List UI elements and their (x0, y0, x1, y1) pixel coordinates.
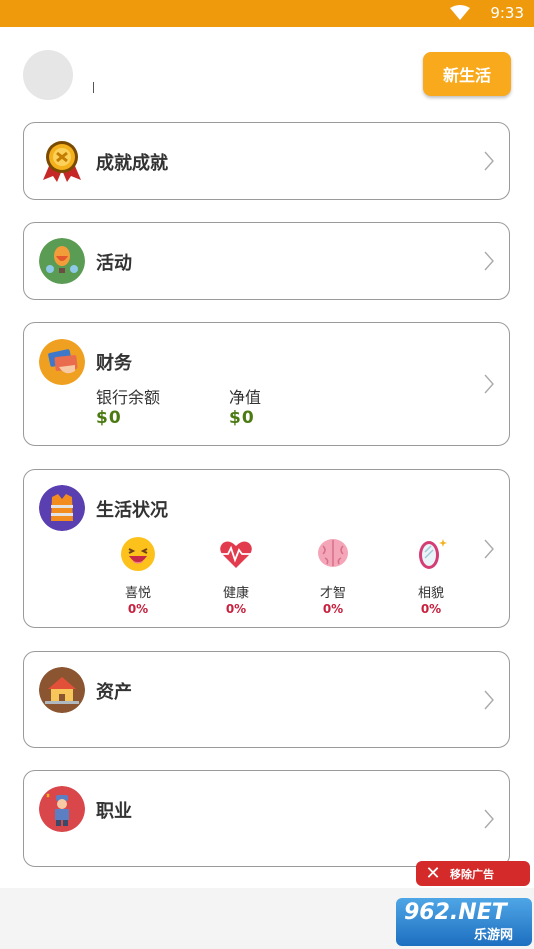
laughing-face-icon (121, 537, 155, 571)
activities-card[interactable]: 活动 (23, 222, 510, 300)
watermark-brand: 962.NET (404, 900, 507, 925)
life-status-card[interactable]: 生活状况 喜悦 0% 健康 0% 才智 0% 相貌 0% (23, 469, 510, 628)
assets-title: 资产 (96, 682, 132, 703)
assets-card[interactable]: 资产 (23, 651, 510, 748)
stat-joy-value: 0% (127, 602, 149, 616)
chevron-right-icon (484, 809, 494, 828)
career-title: 职业 (96, 801, 132, 822)
bank-balance-value: $0 (96, 408, 122, 428)
bank-balance-label: 银行余额 (96, 388, 161, 407)
net-worth-value: $0 (229, 408, 255, 428)
achievements-card[interactable]: 成就成就 (23, 122, 510, 200)
stat-health-label: 健康 (222, 586, 249, 601)
achievements-title: 成就成就 (96, 153, 168, 174)
stat-joy: 喜悦 0% (108, 536, 168, 616)
new-life-button[interactable]: 新生活 (423, 52, 511, 96)
watermark-sub: 乐游网 (474, 928, 514, 943)
mirror-icon (419, 539, 447, 569)
avatar[interactable] (23, 50, 73, 100)
stat-smarts: 才智 0% (303, 536, 363, 616)
chevron-right-icon (484, 690, 494, 709)
stat-looks: 相貌 0% (401, 536, 461, 616)
remove-ads-label: 移除广告 (450, 867, 494, 881)
career-card[interactable]: 职业 (23, 770, 510, 867)
stat-health-value: 0% (225, 602, 247, 616)
life-status-title: 生活状况 (96, 500, 168, 521)
name-text-cursor (93, 82, 94, 93)
status-bar: 9:33 (0, 0, 534, 27)
chevron-right-icon (484, 539, 494, 558)
activities-title: 活动 (96, 253, 132, 274)
stat-health: 健康 0% (206, 536, 266, 616)
medal-icon (43, 141, 81, 182)
stat-smarts-value: 0% (322, 602, 344, 616)
credit-card-icon (39, 339, 85, 385)
site-watermark: 962.NET 乐游网 (396, 898, 532, 946)
close-icon: ✕ (425, 863, 441, 884)
brain-icon (318, 539, 348, 567)
wifi-icon (450, 5, 470, 20)
remove-ads-button[interactable]: ✕ 移除广告 (416, 861, 530, 886)
stat-looks-value: 0% (420, 602, 442, 616)
life-vest-icon (39, 485, 85, 531)
chevron-right-icon (484, 374, 494, 394)
chevron-right-icon (484, 151, 494, 171)
finance-card[interactable]: 财务 银行余额 $0 净值 $0 (23, 322, 510, 446)
house-icon (39, 667, 85, 713)
clock: 9:33 (490, 4, 524, 22)
hot-air-balloon-icon (39, 238, 85, 284)
chevron-right-icon (484, 251, 494, 271)
heartbeat-icon (219, 541, 253, 568)
stat-joy-label: 喜悦 (124, 586, 151, 601)
stat-looks-label: 相貌 (417, 586, 444, 601)
worker-icon (39, 786, 85, 832)
finance-title: 财务 (96, 353, 132, 374)
stat-smarts-label: 才智 (319, 586, 346, 601)
net-worth-label: 净值 (229, 388, 262, 407)
